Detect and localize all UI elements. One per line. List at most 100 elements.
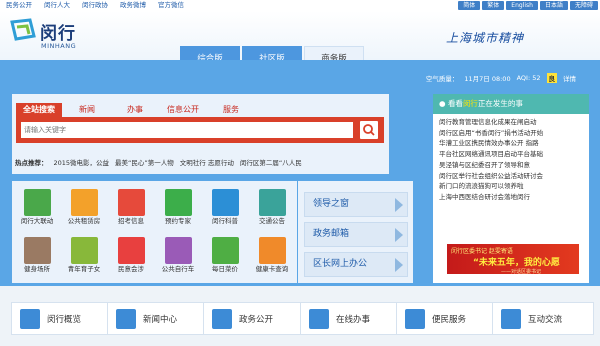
search-tab-services[interactable]: 办事 bbox=[112, 103, 158, 117]
news-item[interactable]: 上海中西医结合研讨会落地闵行 bbox=[439, 192, 583, 203]
search-tabs: 全站搜索 新闻 办事 信息公开 服务 bbox=[16, 103, 256, 117]
leaders-window-link[interactable]: 领导之窗 bbox=[304, 192, 408, 217]
top-link[interactable]: 闵行政协 bbox=[82, 0, 108, 11]
service-tile-icon bbox=[211, 189, 239, 216]
service-tile-icon bbox=[70, 189, 98, 216]
service-tile-icon bbox=[258, 189, 286, 216]
hot-item[interactable]: 2015微电影，公益 bbox=[54, 157, 110, 167]
mouse-icon bbox=[309, 309, 329, 329]
service-tile-icon bbox=[23, 189, 51, 216]
search-tab-service[interactable]: 服务 bbox=[208, 103, 254, 117]
news-item[interactable]: 平台社区网络通讯项目启动平台基础 bbox=[439, 149, 583, 160]
arrow-right-icon bbox=[395, 228, 403, 242]
chat-icon bbox=[501, 309, 521, 329]
nav-interaction[interactable]: 互动交流 bbox=[492, 302, 594, 335]
news-header-suffix: 正在发生的事 bbox=[477, 99, 523, 108]
search-icon bbox=[363, 124, 375, 136]
party-secretary-banner[interactable]: 闵行区委书记 赵雯寄语 “未来五年，我的心愿 ——对话区委书记 bbox=[447, 244, 579, 275]
aqi-level-badge: 良 bbox=[546, 73, 557, 83]
nav-minhang-overview[interactable]: 闵行概览 bbox=[11, 302, 113, 335]
district-head-office-link[interactable]: 区长网上办公 bbox=[304, 252, 408, 277]
nav-online-services[interactable]: 在线办事 bbox=[300, 302, 402, 335]
language-buttons: 简体 繁体 English 日本語 无障碍 bbox=[458, 1, 598, 10]
service-tile-icon bbox=[164, 189, 192, 216]
news-item[interactable]: 华漕工业区携民情效办事公开 指路 bbox=[439, 138, 583, 149]
service-tile-icon bbox=[70, 237, 98, 264]
news-item[interactable]: 闵行区启用“书香闵行”捐书活动开始 bbox=[439, 128, 583, 139]
service-grid: 闵行大联动 公共租赁房 招考信息 预约专家 闵行科普 交通公告健身场所 青年育子女 民意会涉 公… bbox=[12, 181, 297, 283]
news-item[interactable]: 闵行教育管理信息化成果在闸启动 bbox=[439, 117, 583, 128]
nav-convenience-services[interactable]: 便民服务 bbox=[396, 302, 498, 335]
nav-label: 政务公开 bbox=[239, 315, 274, 325]
nav-label: 新闻中心 bbox=[143, 315, 178, 325]
service-tile[interactable]: 青年育子女 bbox=[63, 237, 105, 277]
service-tile-label: 预约专家 bbox=[165, 217, 191, 225]
nav-label: 互动交流 bbox=[528, 315, 563, 325]
top-link[interactable]: 民务公开 bbox=[6, 0, 32, 11]
news-item[interactable]: 吴泾镇与区纪委召开了领导和意 bbox=[439, 160, 583, 171]
city-spirit-slogan: 上海城市精神 bbox=[446, 31, 525, 45]
service-tile[interactable]: 闵行科普 bbox=[204, 189, 246, 229]
logo-text[interactable]: 闵行 bbox=[40, 19, 76, 44]
nav-news-center[interactable]: 新闻中心 bbox=[107, 302, 209, 335]
news-header-highlight: 闵行 bbox=[462, 99, 478, 108]
bottom-navigation: 闵行概览 新闻中心 政务公开 在线办事 便民服务 互动交流 bbox=[0, 286, 600, 346]
hot-item[interactable]: 最美“民心”第一人物 bbox=[115, 157, 174, 167]
service-tile[interactable]: 健身场所 bbox=[16, 237, 58, 277]
news-panel: ● 看看闵行正在发生的事 闵行教育管理信息化成果在闸启动 闵行区启用“书香闵行”… bbox=[433, 94, 589, 283]
hot-item[interactable]: 文明社行 志愿行动 bbox=[180, 157, 234, 167]
hot-label: 热点推荐： bbox=[15, 159, 48, 167]
hot-item[interactable]: 闵行区第二届“八人民 bbox=[240, 157, 302, 167]
service-tile-icon bbox=[23, 237, 51, 264]
service-tile-label: 公共租赁房 bbox=[67, 217, 101, 225]
minhang-logo-icon[interactable] bbox=[9, 17, 37, 45]
image-icon bbox=[405, 309, 425, 329]
gov-mailbox-link[interactable]: 政务邮箱 bbox=[304, 222, 408, 247]
search-tab-news[interactable]: 新闻 bbox=[64, 103, 110, 117]
service-tile[interactable]: 招考信息 bbox=[110, 189, 152, 229]
service-tile[interactable]: 每日菜价 bbox=[204, 237, 246, 277]
service-tile[interactable]: 交通公告 bbox=[251, 189, 293, 229]
search-tab-site[interactable]: 全站搜索 bbox=[16, 103, 62, 117]
nav-government-affairs[interactable]: 政务公开 bbox=[203, 302, 305, 335]
banner-sub: ——对话区委书记 bbox=[501, 269, 542, 275]
top-link[interactable]: 闵行人大 bbox=[44, 0, 70, 11]
service-tile[interactable]: 公共租赁房 bbox=[63, 189, 105, 229]
arrow-right-icon bbox=[395, 258, 403, 272]
news-item[interactable]: 闵行区举行社会组织公益活动研讨会 bbox=[439, 171, 583, 182]
air-detail-link[interactable]: 详情 bbox=[563, 73, 576, 83]
air-quality-bar: 空气质量： 11月7日 08:00 AQI: 52 良 详情 bbox=[426, 73, 576, 83]
service-tile-label: 招考信息 bbox=[118, 217, 144, 225]
newspaper-icon bbox=[116, 309, 136, 329]
hot-topics: 热点推荐： 2015微电影，公益 最美“民心”第一人物 文明社行 志愿行动 闵行… bbox=[15, 157, 302, 167]
service-tile-label: 闵行大联动 bbox=[20, 217, 54, 225]
lang-button-traditional[interactable]: 繁体 bbox=[482, 1, 505, 10]
site-header: 闵行 MINHANG 上海城市精神 综合版 社区版 商务版 bbox=[0, 11, 600, 71]
lang-button-simplified[interactable]: 简体 bbox=[458, 1, 481, 10]
top-link[interactable]: 政务微博 bbox=[120, 0, 146, 11]
service-tile-icon bbox=[117, 237, 145, 264]
service-tile[interactable]: 民意会涉 bbox=[110, 237, 152, 277]
news-item[interactable]: 新门口的流浪猫狗可以领养啦 bbox=[439, 181, 583, 192]
news-list: 闵行教育管理信息化成果在闸启动 闵行区启用“书香闵行”捐书活动开始 华漕工业区携… bbox=[433, 114, 589, 206]
search-panel: 全站搜索 新闻 办事 信息公开 服务 热点推荐： 2015微电影，公益 最美“民… bbox=[12, 94, 389, 174]
service-tile-label: 民意会涉 bbox=[118, 265, 144, 273]
service-tile[interactable]: 公共自行车 bbox=[157, 237, 199, 277]
service-tile[interactable]: 预约专家 bbox=[157, 189, 199, 229]
nav-label: 闵行概览 bbox=[47, 315, 82, 325]
top-link[interactable]: 官方微信 bbox=[158, 0, 184, 11]
service-tile-icon bbox=[117, 189, 145, 216]
service-tile[interactable]: 健康卡查询 bbox=[251, 237, 293, 277]
service-tile[interactable]: 闵行大联动 bbox=[16, 189, 58, 229]
link-label: 领导之窗 bbox=[313, 199, 350, 209]
document-icon bbox=[212, 309, 232, 329]
service-tile-label: 健身场所 bbox=[24, 265, 50, 273]
search-tab-info[interactable]: 信息公开 bbox=[160, 103, 206, 117]
search-input[interactable] bbox=[21, 122, 353, 138]
search-button[interactable] bbox=[360, 121, 378, 139]
lang-button-japanese[interactable]: 日本語 bbox=[539, 1, 568, 10]
top-links: 民务公开 闵行人大 闵行政协 政务微博 官方微信 bbox=[6, 0, 184, 11]
service-tile-icon bbox=[258, 237, 286, 264]
lang-button-english[interactable]: English bbox=[506, 1, 538, 10]
accessibility-button[interactable]: 无障碍 bbox=[569, 1, 598, 10]
